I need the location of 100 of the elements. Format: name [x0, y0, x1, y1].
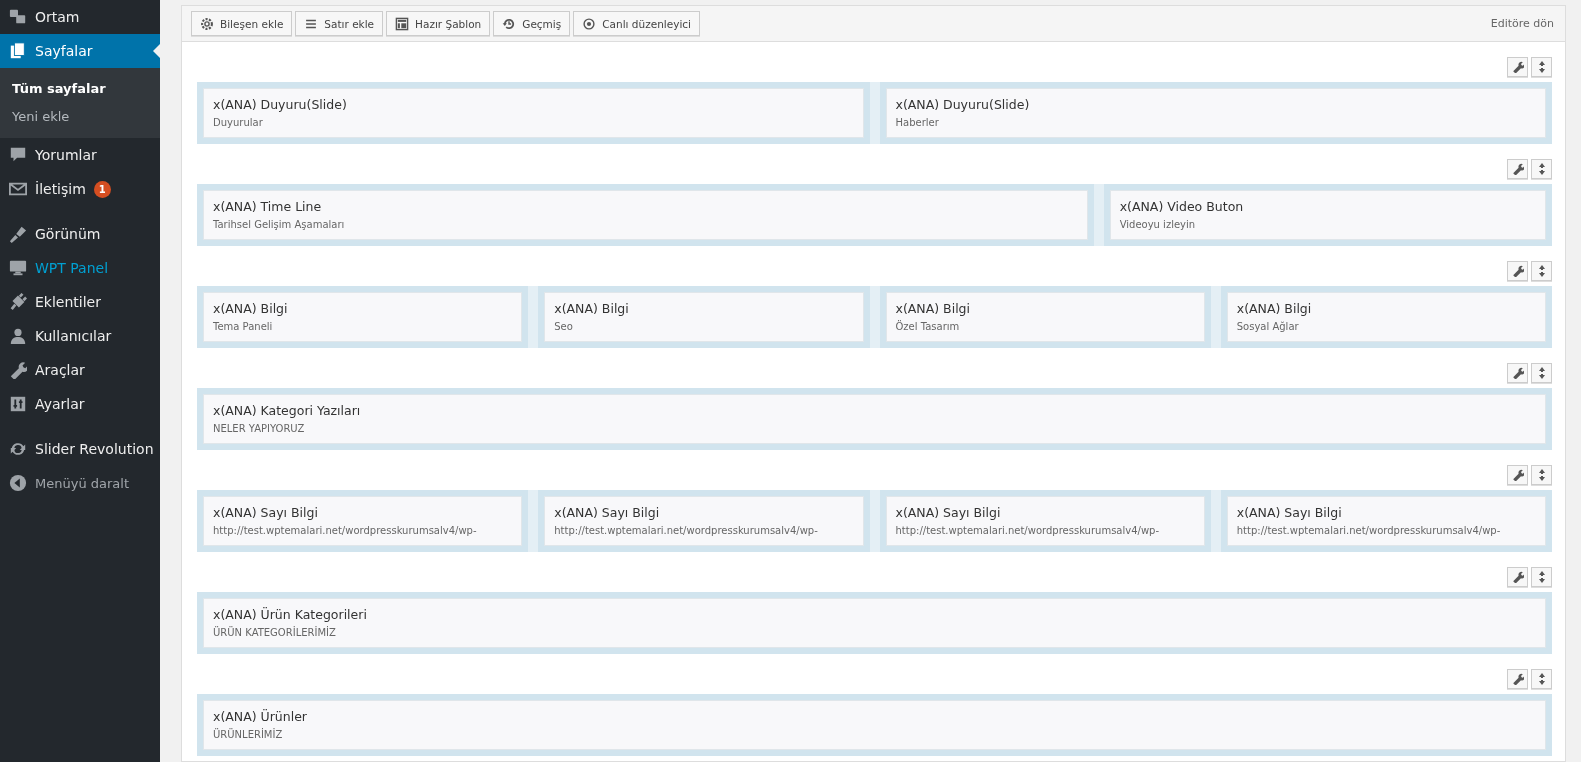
widget-card[interactable]: x(ANA) Kategori Yazıları NELER YAPIYORUZ — [203, 394, 1546, 444]
widget-title: x(ANA) Bilgi — [213, 301, 289, 316]
widget-subtitle: http://test.wptemalari.net/wordpresskurumsalv4/wp- — [213, 525, 478, 536]
widget-title: x(ANA) Sayı Bilgi — [1236, 505, 1343, 520]
wrench-icon — [1511, 163, 1524, 175]
widget-card[interactable]: x(ANA) Bilgi Sosyal Ağlar — [1226, 292, 1546, 342]
template-icon — [395, 16, 410, 31]
widget-card[interactable]: x(ANA) Ürünler ÜRÜNLERİMİZ — [203, 700, 1546, 750]
menu-item[interactable]: Slider Revolution — [0, 432, 160, 466]
widget-subtitle: Özel Tasarım — [895, 321, 961, 332]
wrench-icon — [1511, 469, 1524, 481]
menu-item[interactable]: Araçlar — [0, 353, 160, 387]
submenu-item[interactable]: Yeni ekle — [0, 103, 160, 131]
widget-title: x(ANA) Sayı Bilgi — [554, 505, 661, 520]
row-settings-button[interactable] — [1507, 159, 1528, 179]
up-down-arrows-icon — [1537, 163, 1546, 175]
widget-title: x(ANA) Ürün Kategorileri — [213, 607, 368, 622]
widget-card[interactable]: x(ANA) Bilgi Seo — [544, 292, 864, 342]
menu-item[interactable]: WPT Panel — [0, 251, 160, 285]
widget-title: x(ANA) Bilgi — [554, 301, 630, 316]
collapse-menu-button[interactable]: Menüyü daralt — [0, 466, 160, 500]
widget-title: x(ANA) Bilgi — [1236, 301, 1313, 316]
widget-card[interactable]: x(ANA) Ürün Kategorileri ÜRÜN KATEGORİLERİMİZ — [203, 598, 1546, 648]
widget-card[interactable]: x(ANA) Duyuru(Slide) Haberler — [885, 88, 1546, 138]
menu-item[interactable]: Ortam — [0, 0, 160, 34]
widget-title: x(ANA) Time Line — [213, 199, 323, 214]
menu-item[interactable]: Kullanıcılar — [0, 319, 160, 353]
menu-item[interactable]: Yorumlar — [0, 138, 160, 172]
row-settings-button[interactable] — [1507, 669, 1528, 689]
toolbar-button[interactable]: Geçmiş — [493, 11, 571, 36]
up-down-arrows-icon — [1537, 265, 1546, 277]
toolbar-button[interactable]: Canlı düzenleyici — [573, 11, 700, 36]
up-down-arrows-icon — [1537, 673, 1546, 685]
up-down-arrows-icon — [1537, 571, 1546, 583]
toolbar-button[interactable]: Hazır Şablon — [386, 11, 491, 36]
toolbar-button[interactable]: Bileşen ekle — [191, 11, 293, 36]
submenu-item[interactable]: Tüm sayfalar — [0, 75, 160, 103]
plug-icon — [9, 293, 27, 311]
widget-card[interactable]: x(ANA) Sayı Bilgi http://test.wptemalari.net/wordpresskurumsalv4/wp- — [203, 496, 523, 546]
menu-item[interactable]: İletişim 1 — [0, 172, 160, 206]
widget-card[interactable]: x(ANA) Bilgi Tema Paneli — [203, 292, 523, 342]
user-icon — [9, 327, 27, 345]
toolbar-button[interactable]: Satır ekle — [295, 11, 384, 36]
wrench-icon — [1511, 61, 1524, 73]
row-move-button[interactable] — [1531, 159, 1552, 179]
widget-subtitle: Duyurular — [213, 117, 264, 128]
widget-subtitle: ÜRÜN KATEGORİLERİMİZ — [213, 627, 337, 638]
media-icon — [9, 8, 27, 26]
widget-title: x(ANA) Bilgi — [895, 301, 971, 316]
widget-title: x(ANA) Duyuru(Slide) — [213, 97, 348, 112]
up-down-arrows-icon — [1537, 367, 1546, 379]
widget-title: x(ANA) Video Buton — [1119, 199, 1245, 214]
widget-card[interactable]: x(ANA) Time Line Tarihsel Gelişim Aşamaları — [203, 190, 1088, 240]
row-move-button[interactable] — [1531, 669, 1552, 689]
wrench-icon — [1511, 367, 1524, 379]
widget-card[interactable]: x(ANA) Sayı Bilgi http://test.wptemalari.net/wordpresskurumsalv4/wp- — [544, 496, 864, 546]
row-move-button[interactable] — [1531, 465, 1552, 485]
widget-title: x(ANA) Sayı Bilgi — [895, 505, 1002, 520]
widget-title: x(ANA) Kategori Yazıları — [213, 403, 362, 418]
wrench-icon — [1511, 571, 1524, 583]
widget-subtitle: Videoyu izleyin — [1119, 219, 1197, 230]
pages-icon — [9, 42, 27, 60]
widget-card[interactable]: x(ANA) Bilgi Özel Tasarım — [885, 292, 1205, 342]
brush-icon — [9, 225, 27, 243]
row-settings-button[interactable] — [1507, 363, 1528, 383]
widget-subtitle: Tema Paneli — [213, 321, 274, 332]
notification-badge: 1 — [93, 180, 111, 198]
settings-icon — [200, 16, 214, 31]
widget-card[interactable]: x(ANA) Video Buton Videoyu izleyin — [1109, 190, 1546, 240]
widget-subtitle: NELER YAPIYORUZ — [213, 423, 306, 434]
widget-subtitle: Haberler — [895, 117, 940, 128]
row-settings-button[interactable] — [1507, 567, 1528, 587]
widget-subtitle: Seo — [554, 321, 574, 332]
widget-subtitle: ÜRÜNLERİMİZ — [213, 729, 284, 740]
back-to-editor-link[interactable]: Editöre dön — [1490, 17, 1556, 30]
up-down-arrows-icon — [1537, 61, 1546, 73]
up-down-arrows-icon — [1537, 469, 1546, 481]
menu-item[interactable]: Sayfalar — [0, 34, 160, 68]
widget-card[interactable]: x(ANA) Sayı Bilgi http://test.wptemalari.net/wordpresskurumsalv4/wp- — [1226, 496, 1546, 546]
row-settings-button[interactable] — [1507, 465, 1528, 485]
menu-item[interactable]: Görünüm — [0, 217, 160, 251]
row-settings-button[interactable] — [1507, 57, 1528, 77]
row-move-button[interactable] — [1531, 363, 1552, 383]
history-icon — [502, 16, 517, 31]
menu-item[interactable]: Eklentiler — [0, 285, 160, 319]
menu-item[interactable]: Ayarlar — [0, 387, 160, 421]
row-move-button[interactable] — [1531, 261, 1552, 281]
eye-icon — [582, 16, 597, 31]
row-move-button[interactable] — [1531, 567, 1552, 587]
widget-card[interactable]: x(ANA) Duyuru(Slide) Duyurular — [203, 88, 864, 138]
widget-subtitle: http://test.wptemalari.net/wordpresskurumsalv4/wp- — [895, 525, 1161, 536]
wrench-icon — [1511, 673, 1524, 685]
widget-title: x(ANA) Duyuru(Slide) — [895, 97, 1031, 112]
widget-title: x(ANA) Ürünler — [213, 709, 308, 724]
monitor-icon — [9, 259, 27, 277]
row-settings-button[interactable] — [1507, 261, 1528, 281]
widget-subtitle: Sosyal Ağlar — [1236, 321, 1300, 332]
widget-subtitle: Tarihsel Gelişim Aşamaları — [213, 219, 346, 230]
row-move-button[interactable] — [1531, 57, 1552, 77]
widget-card[interactable]: x(ANA) Sayı Bilgi http://test.wptemalari.net/wordpresskurumsalv4/wp- — [885, 496, 1205, 546]
